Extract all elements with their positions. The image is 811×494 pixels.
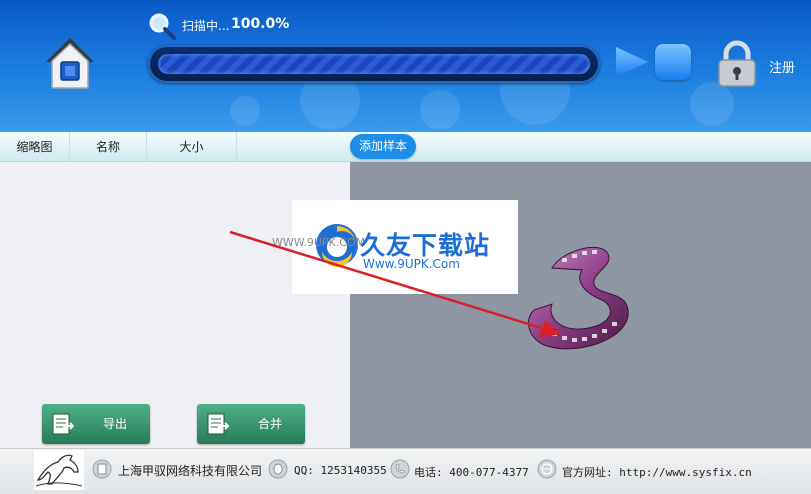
- watermark-small-url: WWW.9UPK.COM: [272, 236, 366, 249]
- film-reel-icon: [527, 246, 629, 350]
- scan-progress-bar: [148, 45, 600, 83]
- play-icon[interactable]: [614, 44, 650, 80]
- qq-number: QQ: 1253140355: [294, 464, 387, 477]
- scan-status-text: 扫描中...: [182, 19, 230, 33]
- company-icon: [92, 459, 112, 479]
- column-header-bar: 缩略图 名称 大小 添加样本: [0, 132, 811, 162]
- column-thumbnail[interactable]: 缩略图: [0, 132, 70, 162]
- home-icon[interactable]: [44, 36, 96, 90]
- lock-icon: [718, 40, 756, 87]
- column-size[interactable]: 大小: [147, 132, 237, 162]
- merge-icon: [207, 413, 229, 435]
- column-name[interactable]: 名称: [70, 132, 147, 162]
- search-icon: [149, 13, 176, 40]
- export-button[interactable]: 导出: [42, 404, 150, 444]
- merge-button[interactable]: 合并: [197, 404, 305, 444]
- app-window: 扫描中... 100.0% 注册 缩略图 名称 大小 添加样本 导出 合并 WW…: [0, 0, 811, 494]
- register-link[interactable]: 注册: [769, 57, 795, 76]
- qq-icon: [268, 459, 288, 479]
- scan-progress-fill: [158, 54, 590, 74]
- export-icon: [52, 413, 74, 435]
- horse-logo: [34, 450, 84, 490]
- stop-icon[interactable]: [655, 44, 691, 80]
- merge-label: 合并: [257, 417, 282, 431]
- export-label: 导出: [102, 417, 127, 431]
- globe-icon: [537, 459, 557, 479]
- company-name: 上海甲驭网络科技有限公司: [118, 464, 263, 478]
- add-sample-button[interactable]: 添加样本: [350, 134, 416, 159]
- phone-icon: [390, 459, 410, 479]
- phone-number: 电话: 400-077-4377: [414, 466, 529, 479]
- website-link[interactable]: 官方网址: http://www.sysfix.cn: [562, 464, 752, 480]
- watermark-url: Www.9UPK.Com: [363, 257, 460, 271]
- scan-percent-text: 100.0%: [231, 16, 290, 32]
